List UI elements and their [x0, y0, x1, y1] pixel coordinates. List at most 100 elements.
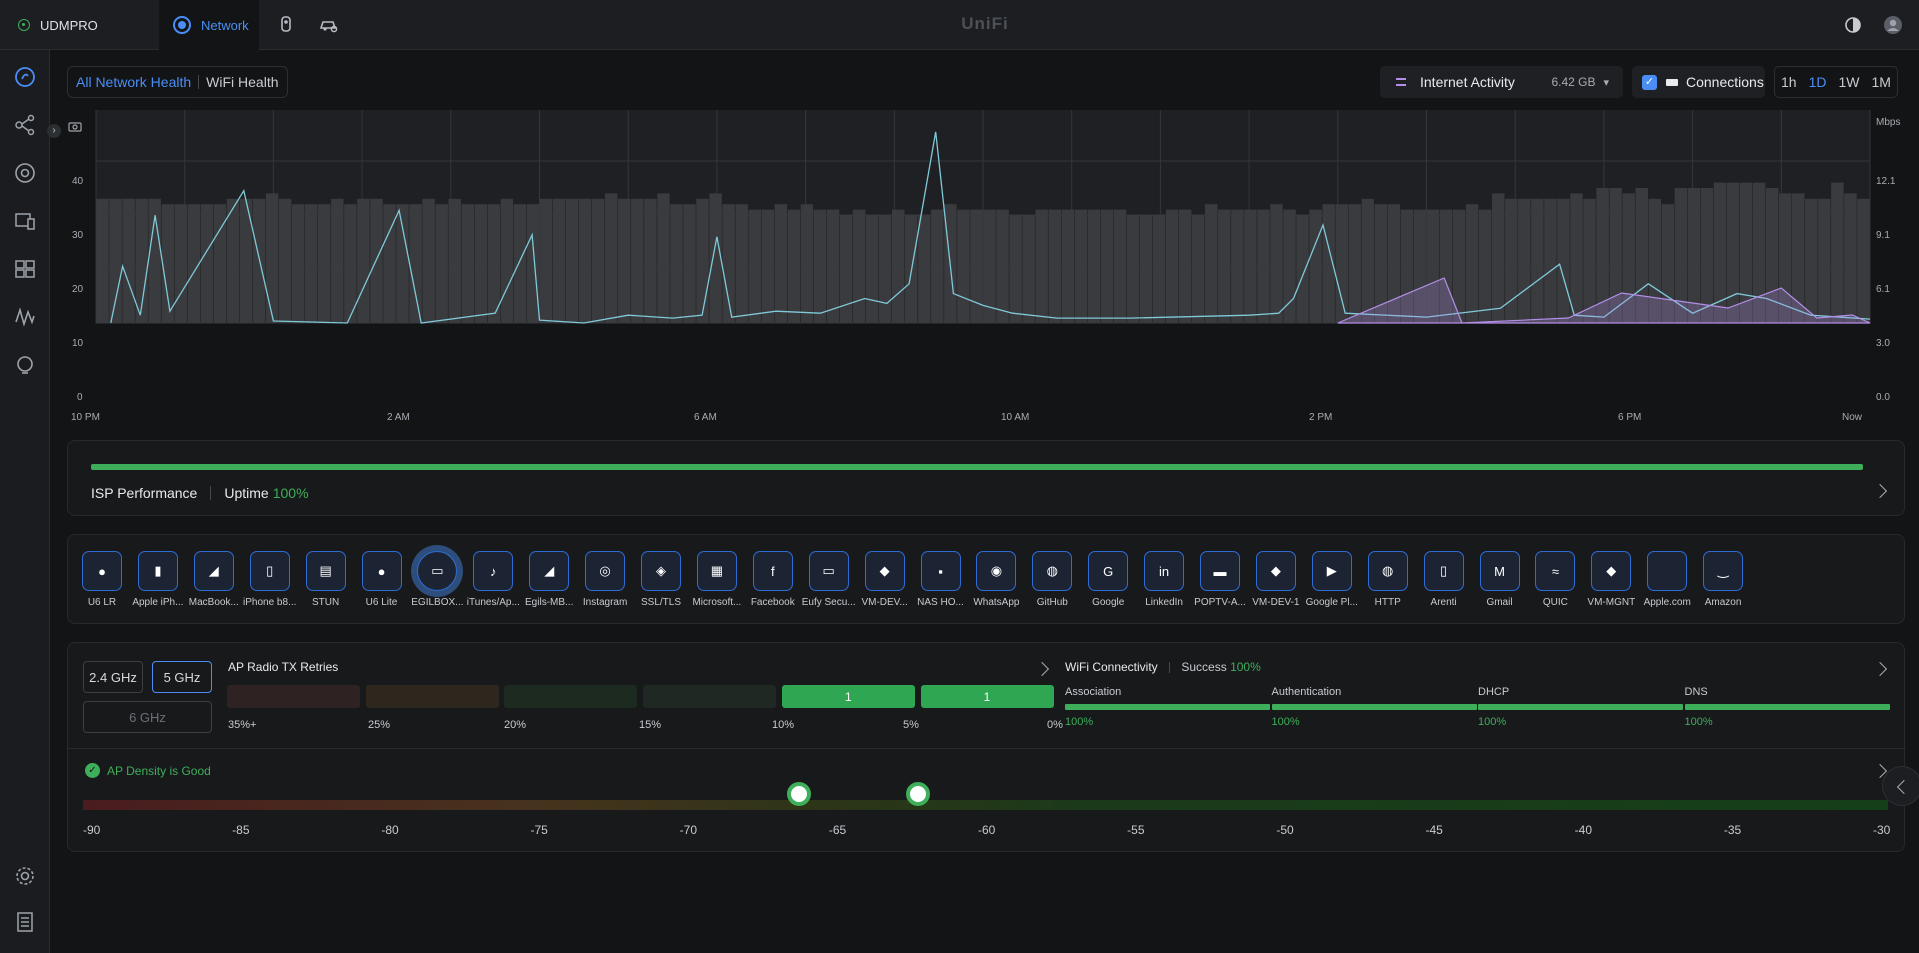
port-manager-icon[interactable] [14, 258, 36, 280]
band-2-4ghz[interactable]: 2.4 GHz [83, 661, 143, 693]
insights-icon[interactable] [14, 306, 36, 328]
connection-bar [761, 209, 774, 323]
connection-bar [1048, 209, 1061, 323]
topology-icon[interactable] [14, 114, 36, 136]
isp-performance-card[interactable]: ISP Performance Uptime 100% [67, 440, 1905, 516]
app-client-icon: ♪ [473, 551, 514, 591]
collapse-panel-button[interactable] [1882, 766, 1919, 806]
band-6ghz[interactable]: 6 GHz [83, 701, 212, 733]
app-client-item[interactable]: ◍ GitHub [1023, 551, 1081, 608]
dashboard-icon[interactable] [14, 66, 36, 88]
band-5ghz[interactable]: 5 GHz [152, 661, 212, 693]
user-avatar-icon[interactable] [1883, 15, 1903, 35]
connections-toggle[interactable]: ✓ Connections [1632, 66, 1765, 98]
connection-bar [1218, 209, 1231, 323]
app-client-item[interactable]: ◢ MacBook... [185, 551, 243, 608]
internet-activity-selector[interactable]: Internet Activity 6.42 GB ▾ [1380, 66, 1623, 98]
dbm-tick: -50 [1276, 823, 1294, 837]
retry-bucket-label: 20% [504, 719, 527, 731]
app-client-item[interactable]: ▬ POPTV-A... [1191, 551, 1249, 608]
app-client-item[interactable]: ◢ Egils-MB... [520, 551, 578, 608]
app-client-item[interactable]: ● U6 Lite [353, 551, 411, 608]
ap-density-label: AP Density is Good [107, 763, 211, 778]
app-client-item[interactable]: ▯ iPhone b8... [241, 551, 299, 608]
retry-bucket[interactable]: 1 [781, 685, 915, 708]
app-client-item[interactable]: M Gmail [1471, 551, 1529, 608]
range-1h[interactable]: 1h [1775, 74, 1803, 90]
app-client-name: U6 Lite [365, 597, 398, 608]
app-client-item[interactable]: ◈ SSL/TLS [632, 551, 690, 608]
app-client-item[interactable]: ▭ EGILBOX... [408, 551, 466, 608]
app-client-item[interactable]: ▦ Microsoft... [688, 551, 746, 608]
time-range-selector: 1h 1D 1W 1M [1774, 66, 1898, 98]
x-tick-0: 10 PM [71, 412, 100, 423]
connection-bar [122, 198, 135, 323]
wc-stage: Association 100% [1065, 686, 1270, 728]
range-1w[interactable]: 1W [1832, 74, 1865, 90]
app-client-icon: ◆ [864, 551, 905, 591]
app-client-item[interactable]: ▮ Apple iPh... [129, 551, 187, 608]
wc-stage-bar [1065, 704, 1270, 710]
app-client-item[interactable]: Apple.com [1638, 551, 1696, 608]
app-client-item[interactable]: ◍ HTTP [1359, 551, 1417, 608]
app-client-item[interactable]: f Facebook [744, 551, 802, 608]
app-client-item[interactable]: ◆ VM-DEV... [856, 551, 914, 608]
ap-density-marker[interactable] [787, 782, 811, 806]
app-client-item[interactable]: ♪ iTunes/Ap... [464, 551, 522, 608]
connection-bar [539, 198, 553, 323]
app-client-icon: ◆ [1255, 551, 1296, 591]
connection-bar [1270, 204, 1283, 323]
app-client-item[interactable]: ◉ WhatsApp [967, 551, 1025, 608]
app-client-item[interactable]: ▤ STUN [297, 551, 355, 608]
connections-swatch [1666, 78, 1678, 86]
app-client-item[interactable]: G Google [1079, 551, 1137, 608]
retry-bucket[interactable]: 1 [920, 685, 1054, 708]
app-client-item[interactable]: ▭ Eufy Secu... [800, 551, 858, 608]
app-client-item[interactable]: ◆ VM-MGNT [1582, 551, 1640, 608]
tab-all-network-health[interactable]: All Network Health [76, 74, 191, 90]
wc-stage-name: DHCP [1478, 686, 1510, 698]
app-client-item[interactable]: ◆ VM-DEV-1 [1247, 551, 1305, 608]
client-devices-icon[interactable] [14, 210, 36, 232]
tab-wifi-health[interactable]: WiFi Health [206, 74, 278, 90]
connection-bar [1192, 215, 1205, 323]
dbm-tick: -45 [1425, 823, 1443, 837]
protect-camera-icon[interactable] [276, 15, 296, 35]
ap-retries-chevron-icon[interactable] [1034, 661, 1050, 677]
connection-bar [813, 209, 827, 323]
connection-bar [1713, 182, 1727, 323]
app-client-item[interactable]: ≈ QUIC [1526, 551, 1584, 608]
app-client-item[interactable]: ▪ NAS HO... [912, 551, 970, 608]
chevron-right-icon[interactable] [1872, 483, 1888, 499]
app-client-icon: ◢ [193, 551, 234, 591]
app-client-item[interactable]: ◎ Instagram [576, 551, 634, 608]
connection-bar [1244, 209, 1257, 323]
connection-bar [161, 204, 174, 323]
wifi-connectivity-chevron-icon[interactable] [1872, 661, 1888, 677]
retry-bucket[interactable] [227, 685, 360, 708]
connections-checkbox[interactable]: ✓ [1642, 74, 1657, 90]
app-client-item[interactable]: ▯ Arenti [1415, 551, 1473, 608]
retry-bucket[interactable] [504, 685, 638, 708]
retry-bucket[interactable] [643, 685, 777, 708]
vehicle-icon[interactable] [319, 15, 339, 35]
wc-stage-name: DNS [1684, 686, 1708, 698]
system-log-icon[interactable] [14, 911, 36, 933]
settings-icon[interactable] [14, 865, 36, 887]
app-client-icon: ▶ [1311, 551, 1352, 591]
range-1m[interactable]: 1M [1865, 74, 1896, 90]
retry-bucket[interactable] [365, 685, 499, 708]
app-client-item[interactable]: ▶ Google Pl... [1303, 551, 1361, 608]
top-bar: UDMPRO Network UniFi [0, 0, 1919, 50]
alarm-manager-icon[interactable] [14, 354, 36, 376]
app-client-item[interactable]: ‿ Amazon [1694, 551, 1752, 608]
wc-stage-value: 100% [1684, 716, 1713, 728]
range-1d[interactable]: 1D [1803, 74, 1833, 90]
unifi-devices-icon[interactable] [14, 162, 36, 184]
console-selector[interactable]: UDMPRO [18, 0, 98, 50]
network-app-tab[interactable]: Network [159, 0, 259, 50]
app-client-item[interactable]: in LinkedIn [1135, 551, 1193, 608]
app-client-item[interactable]: ● U6 LR [73, 551, 131, 608]
theme-toggle-icon[interactable] [1843, 15, 1863, 35]
app-client-icon: ◍ [1367, 551, 1408, 591]
